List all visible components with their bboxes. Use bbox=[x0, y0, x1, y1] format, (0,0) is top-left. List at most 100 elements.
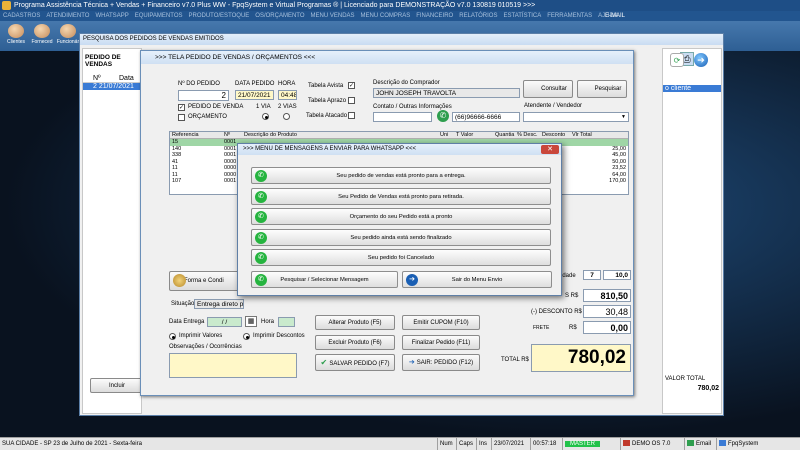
column-header: Desconto bbox=[542, 132, 566, 138]
pedido-no-label: Nº DO PEDIDO bbox=[178, 81, 220, 87]
status-demo: DEMO OS 7.0 bbox=[632, 441, 671, 447]
mensagem-button[interactable]: ✆ Seu pedido foi Cancelado bbox=[251, 249, 551, 266]
pedido-venda-checkbox[interactable]: ✓ bbox=[178, 104, 185, 111]
observacoes-field[interactable] bbox=[169, 353, 297, 378]
sair-menu-envio-button[interactable]: ➔ Sair do Menu Envio bbox=[402, 271, 552, 288]
tabela-aprazo-checkbox[interactable] bbox=[348, 97, 355, 104]
mensagem-button[interactable]: ✆ Seu pedido ainda está sendo finalizado bbox=[251, 228, 551, 246]
menu-item[interactable]: CADASTROS bbox=[0, 11, 43, 21]
imprimir-valores-radio[interactable] bbox=[169, 333, 176, 340]
menu-item[interactable]: ESTATÍSTICA bbox=[500, 11, 544, 21]
menu-bar: CADASTROS ATENDIMENTO WHATSAPP EQUIPAMENTOS… bbox=[0, 11, 800, 21]
tabela-atacado-checkbox[interactable] bbox=[348, 112, 355, 119]
clientes-button[interactable]: Clientes bbox=[4, 24, 28, 50]
chevron-down-icon: ▼ bbox=[621, 114, 626, 120]
alterar-produto-button[interactable]: Alterar Produto (F5) bbox=[315, 315, 395, 330]
menu-item[interactable]: OS/ORÇAMENTO bbox=[252, 11, 307, 21]
window-title: Programa Assistência Técnica + Vendas + … bbox=[0, 0, 800, 11]
data-pedido-label: DATA PEDIDO bbox=[235, 81, 275, 87]
app-icon bbox=[2, 1, 11, 10]
via1-radio[interactable] bbox=[262, 113, 269, 120]
status-ins: Ins bbox=[476, 438, 489, 450]
list-item-right[interactable]: o cliente bbox=[663, 85, 721, 92]
valor-total: 780,02 bbox=[697, 385, 719, 392]
desconto-field[interactable]: 30,48 bbox=[583, 305, 631, 318]
cell-ref: 107 bbox=[172, 178, 182, 184]
emitir-cupom-button[interactable]: Emitir CUPOM (F10) bbox=[402, 315, 480, 330]
whatsapp-icon: ✆ bbox=[255, 170, 267, 182]
desconto-label: (-) DESCONTO R$ bbox=[531, 309, 582, 315]
sair-pedido-button[interactable]: ➔ SAIR: PEDIDO (F12) bbox=[402, 354, 480, 371]
coins-icon bbox=[173, 274, 186, 287]
via2-radio[interactable] bbox=[283, 113, 290, 120]
column-header: % Desc. bbox=[517, 132, 538, 138]
menu-item[interactable]: MENU COMPRAS bbox=[358, 11, 414, 21]
hora-entrega-field[interactable] bbox=[278, 317, 295, 327]
tabela-atacado-label: Tabela Atacado bbox=[306, 113, 348, 119]
pedido-no-field[interactable]: 2 bbox=[178, 90, 229, 101]
status-num: Num bbox=[437, 438, 455, 450]
list-item[interactable]: 2 21/07/2021 bbox=[83, 83, 141, 90]
exit-icon: ➔ bbox=[406, 274, 418, 286]
calendar-icon[interactable]: ▦ bbox=[245, 316, 257, 327]
brand-icon bbox=[719, 440, 726, 447]
column-header: Uni bbox=[440, 132, 449, 138]
fornecedores-button[interactable]: Forneced bbox=[30, 24, 54, 50]
side-title: PEDIDO DE VENDAS bbox=[85, 54, 121, 68]
next-arrow-icon[interactable]: ➔ bbox=[694, 53, 708, 67]
menu-item[interactable]: RELATÓRIOS bbox=[456, 11, 500, 21]
mensagem-button[interactable]: ✆ Orçamento do seu Pedido está a pronto bbox=[251, 208, 551, 225]
menu-item[interactable]: FINANCEIRO bbox=[413, 11, 456, 21]
mensagem-button[interactable]: ✆ Seu pedido de vendas está pronto para a… bbox=[251, 167, 551, 184]
subtotal-field: 810,50 bbox=[583, 289, 631, 302]
menu-item[interactable]: WHATSAPP bbox=[92, 11, 131, 21]
finalizar-pedido-button[interactable]: Finalizar Pedido (F11) bbox=[402, 335, 480, 350]
close-icon[interactable]: ✕ bbox=[541, 145, 559, 154]
tabela-avista-checkbox[interactable]: ✓ bbox=[348, 82, 355, 89]
total-label: TOTAL R$ bbox=[501, 357, 529, 363]
orcamento-checkbox[interactable] bbox=[178, 114, 185, 121]
whatsapp-icon: ✆ bbox=[255, 231, 267, 244]
dialog-caption: >>> MENU DE MENSAGENS A ENVIAR PARA WHAT… bbox=[238, 144, 561, 155]
menu-item[interactable]: MENU VENDAS bbox=[308, 11, 358, 21]
menu-item[interactable]: EQUIPAMENTOS bbox=[132, 11, 186, 21]
quantidade-total-field: 10,0 bbox=[603, 270, 631, 280]
contato-field[interactable] bbox=[373, 112, 432, 122]
refresh-icon[interactable]: ⟳ bbox=[670, 53, 684, 67]
orcamento-label: ORÇAMENTO bbox=[188, 114, 227, 120]
status-time: 00:57:18 bbox=[530, 438, 558, 450]
whatsapp-icon: ✆ bbox=[255, 211, 267, 223]
whatsapp-icon[interactable]: ✆ bbox=[437, 110, 449, 122]
funcionarios-button[interactable]: Funcionár bbox=[56, 24, 80, 50]
menu-item[interactable]: FERRAMENTAS bbox=[544, 11, 595, 21]
data-pedido-field[interactable]: 21/07/2021 bbox=[235, 90, 274, 100]
fone-field[interactable]: (66)96666-6666 bbox=[452, 112, 520, 122]
email-icon bbox=[687, 440, 694, 447]
hora-entrega-label: Hora bbox=[261, 319, 275, 325]
pesquisar-mensagem-button[interactable]: ✆ Pesquisar / Selecionar Mensagem bbox=[251, 271, 398, 288]
pedidos-list-right: o cliente VALOR TOTAL 780,02 bbox=[662, 48, 722, 414]
via1-label: 1 VIA bbox=[256, 104, 271, 110]
whatsapp-icon: ✆ bbox=[255, 190, 267, 203]
salvar-pedido-button[interactable]: ✔ SALVAR PEDIDO (F7) bbox=[315, 354, 395, 371]
mensagem-button[interactable]: ✆ Seu Pedido de Vendas está pronto para r… bbox=[251, 187, 551, 205]
menu-item[interactable]: PRODUTO/ESTOQUE bbox=[186, 11, 253, 21]
atendente-select[interactable]: ▼ bbox=[523, 112, 629, 122]
comprador-field[interactable]: JOHN JOSEPH TRAVOLTA bbox=[373, 88, 520, 98]
tabela-avista-label: Tabela Avista bbox=[308, 83, 344, 89]
pedidos-list: PEDIDO DE VENDAS Nº Data 2 21/07/2021 bbox=[82, 48, 142, 414]
frete-field[interactable]: 0,00 bbox=[583, 321, 631, 334]
hora-field[interactable]: 04:48 bbox=[278, 90, 297, 100]
menu-email[interactable]: E-MAIL bbox=[602, 11, 628, 21]
menu-item[interactable]: ATENDIMENTO bbox=[43, 11, 92, 21]
imprimir-descontos-radio[interactable] bbox=[243, 333, 250, 340]
exit-icon: ➔ bbox=[408, 359, 417, 366]
incluir-button[interactable]: Incluir bbox=[90, 378, 144, 393]
excluir-produto-button[interactable]: Excluir Produto (F6) bbox=[315, 335, 395, 350]
pesquisar-button[interactable]: Pesquisar bbox=[577, 80, 627, 98]
consultar-button[interactable]: Consultar bbox=[523, 80, 573, 98]
pedido-venda-label: PEDIDO DE VENDA bbox=[188, 104, 244, 110]
situacao-field[interactable]: Entrega direto pa bbox=[194, 299, 244, 309]
column-header: Descrição do Produto bbox=[244, 132, 297, 138]
data-entrega-field[interactable]: / / bbox=[207, 317, 242, 327]
